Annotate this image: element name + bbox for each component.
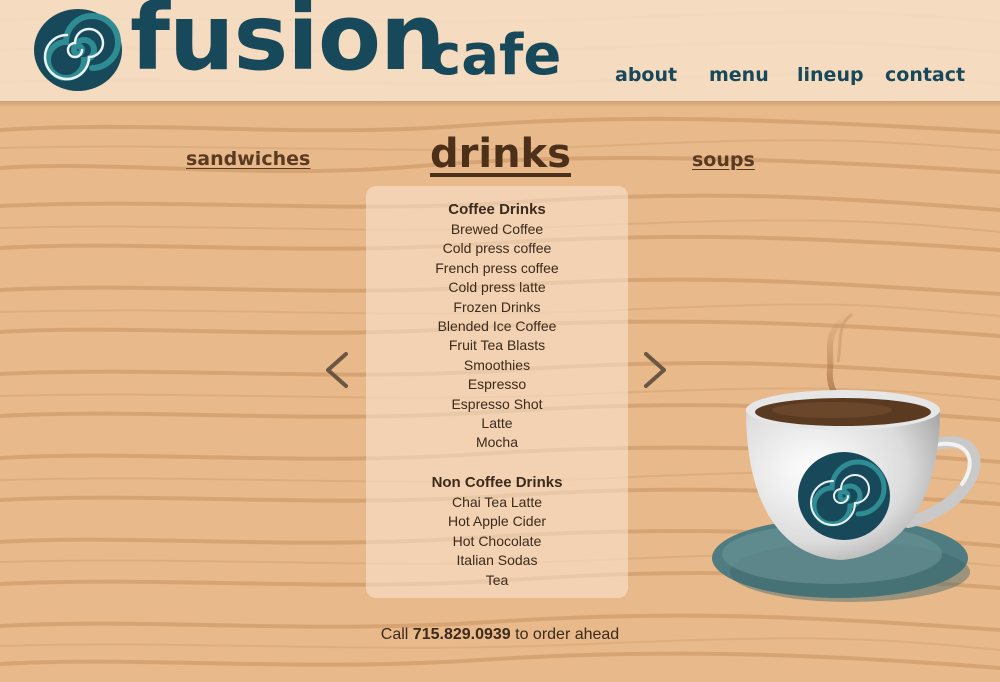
menu-section-title: Non Coffee Drinks bbox=[431, 473, 563, 491]
menu-list: Coffee Drinks Brewed Coffee Cold press cof… bbox=[366, 200, 628, 590]
menu-item: Chai Tea Latte bbox=[451, 493, 543, 510]
phone-number[interactable]: 715.829.0939 bbox=[413, 626, 511, 643]
chevron-right-icon[interactable] bbox=[642, 350, 670, 390]
menu-section-title: Coffee Drinks bbox=[448, 201, 546, 218]
category-current-title: drinks bbox=[430, 131, 571, 177]
menu-item: Brewed Coffee bbox=[450, 221, 544, 237]
chevron-left-icon[interactable] bbox=[322, 350, 350, 390]
menu-item: Cold press coffee bbox=[442, 240, 552, 257]
menu-item: Espresso bbox=[467, 376, 527, 393]
menu-item: Hot Chocolate bbox=[452, 532, 542, 549]
menu-item: Smoothies bbox=[463, 356, 531, 373]
main-nav: about menu lineup contact bbox=[0, 66, 1000, 90]
menu-item: Hot Apple Cider bbox=[447, 513, 547, 530]
menu-item: Cold press latte bbox=[448, 279, 546, 296]
nav-menu[interactable]: menu bbox=[709, 66, 769, 85]
menu-item: Latte bbox=[481, 415, 513, 432]
category-next-link[interactable]: soups bbox=[692, 151, 755, 170]
menu-item: Frozen Drinks bbox=[453, 298, 541, 315]
menu-item: French press coffee bbox=[435, 259, 559, 276]
nav-about[interactable]: about bbox=[615, 66, 677, 85]
nav-contact[interactable]: contact bbox=[885, 66, 965, 85]
menu-item: Mocha bbox=[475, 434, 519, 451]
nav-lineup[interactable]: lineup bbox=[797, 66, 864, 85]
category-prev-link[interactable]: sandwiches bbox=[186, 150, 310, 169]
menu-item: Espresso Shot bbox=[451, 395, 543, 412]
footer-prefix: Call bbox=[380, 626, 409, 643]
coffee-cup-icon bbox=[712, 311, 981, 602]
menu-item: Tea bbox=[485, 571, 509, 588]
menu-item: Fruit Tea Blasts bbox=[448, 337, 546, 354]
menu-item: Italian Sodas bbox=[456, 552, 538, 569]
header-divider bbox=[0, 101, 1000, 107]
order-ahead-footer: Call 715.829.0939 to order ahead bbox=[0, 626, 1000, 644]
menu-item: Blended Ice Coffee bbox=[437, 318, 557, 335]
footer-suffix: to order ahead bbox=[515, 626, 620, 643]
